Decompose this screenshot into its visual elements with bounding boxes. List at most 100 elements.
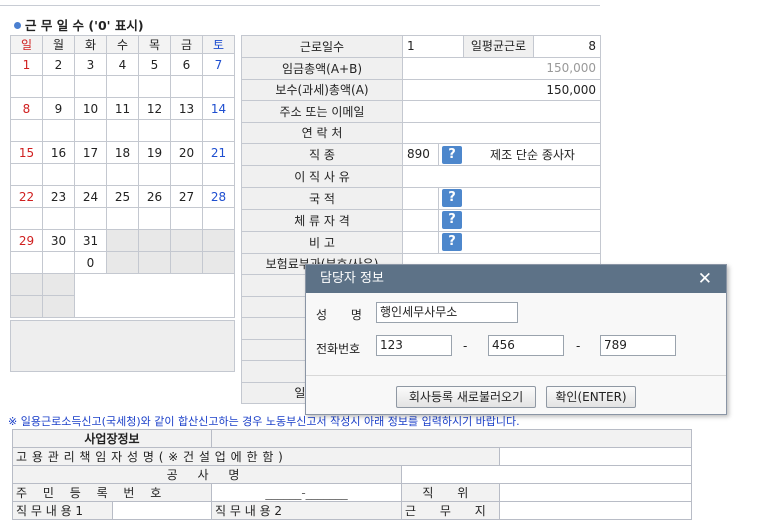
taxable-input[interactable]: 150,000 xyxy=(402,78,601,101)
business-info-table: 사업장정보 고 용 관 리 책 임 자 성 명 ( ※ 건 설 업 에 한 함 … xyxy=(12,429,692,520)
day-input[interactable] xyxy=(138,163,171,186)
note-code-input[interactable] xyxy=(403,231,439,253)
day-input-disabled xyxy=(170,251,203,274)
day-input[interactable] xyxy=(10,207,43,230)
close-icon[interactable]: ✕ xyxy=(698,265,712,293)
stay-help-button[interactable]: ? xyxy=(439,211,465,229)
day-input[interactable] xyxy=(138,119,171,142)
day-input[interactable] xyxy=(10,75,43,98)
job-code-input[interactable]: 890 xyxy=(403,144,439,165)
nationality-code-input[interactable] xyxy=(403,187,439,209)
contact-input[interactable] xyxy=(402,121,601,144)
date-cell: 18 xyxy=(106,141,139,164)
day-input-disabled xyxy=(202,251,235,274)
date-cell: 26 xyxy=(138,185,171,208)
date-cell: 1 xyxy=(10,53,43,76)
help-question-icon: ? xyxy=(442,211,462,229)
address-input[interactable] xyxy=(402,100,601,123)
day-input[interactable] xyxy=(202,119,235,142)
phone-dash-1: - xyxy=(463,339,468,353)
date-cell: 7 xyxy=(202,53,235,76)
date-cell: 14 xyxy=(202,97,235,120)
calendar-filler xyxy=(74,273,235,296)
dialog-title: 담당자 정보 xyxy=(320,271,384,286)
taxable-label: 보수(과세)총액(A) xyxy=(241,78,403,101)
date-cell: 2 xyxy=(42,53,75,76)
help-question-icon: ? xyxy=(442,145,462,164)
stay-row: ? xyxy=(402,208,601,232)
nationality-help-button[interactable]: ? xyxy=(439,189,465,207)
calendar-filler xyxy=(42,273,75,296)
weekday-mon: 월 xyxy=(42,35,75,54)
day-input[interactable] xyxy=(74,163,107,186)
section-title: 근 무 일 수 ('0' 표시) xyxy=(14,15,144,34)
day-input[interactable] xyxy=(42,75,75,98)
stay-code-input[interactable] xyxy=(403,209,439,231)
rrn-input[interactable]: ______-_______ xyxy=(211,483,402,502)
calendar-filler xyxy=(74,295,235,318)
work-days-label: 근로일수 xyxy=(241,35,403,58)
day-input[interactable] xyxy=(74,207,107,230)
day-input[interactable] xyxy=(170,119,203,142)
date-cell: 11 xyxy=(106,97,139,120)
day-input[interactable] xyxy=(170,163,203,186)
phone-part1-input[interactable]: 123 xyxy=(376,335,452,356)
day-input[interactable] xyxy=(202,75,235,98)
dialog-name-label: 성 명 xyxy=(316,308,372,322)
phone-part3-input[interactable]: 789 xyxy=(600,335,676,356)
day-input[interactable] xyxy=(10,251,43,274)
day-input[interactable] xyxy=(106,207,139,230)
date-cell: 17 xyxy=(74,141,107,164)
calendar-footer xyxy=(10,320,235,372)
day-input[interactable] xyxy=(74,119,107,142)
day-input[interactable] xyxy=(10,163,43,186)
position-input[interactable] xyxy=(498,483,692,502)
section-title-text: 근 무 일 수 ('0' 표시) xyxy=(25,18,144,33)
day-input[interactable] xyxy=(42,251,75,274)
work-input[interactable] xyxy=(498,501,692,520)
day-input[interactable] xyxy=(138,207,171,230)
project-name-input[interactable] xyxy=(401,465,692,484)
day-input[interactable] xyxy=(202,163,235,186)
date-cell: 13 xyxy=(170,97,203,120)
weekday-sat: 토 xyxy=(202,35,235,54)
day-input[interactable] xyxy=(106,163,139,186)
job-help-button[interactable]: ? xyxy=(439,145,465,164)
date-cell: 20 xyxy=(170,141,203,164)
notice-text: ※ 일용근로소득신고(국세청)와 같이 합산신고하는 경우 노동부신고서 작성시… xyxy=(8,415,520,428)
phone-part2-input[interactable]: 456 xyxy=(488,335,564,356)
date-cell: 31 xyxy=(74,229,107,252)
date-cell: 9 xyxy=(42,97,75,120)
date-cell: 10 xyxy=(74,97,107,120)
day-input[interactable] xyxy=(42,207,75,230)
work-days-row: 1 일평균근로 8 xyxy=(402,35,601,58)
weekday-sun: 일 xyxy=(10,35,43,54)
help-question-icon: ? xyxy=(442,189,462,207)
dialog-name-input[interactable]: 행인세무사무소 xyxy=(376,302,518,323)
duty1-input[interactable] xyxy=(112,501,212,520)
ok-button[interactable]: 확인(ENTER) xyxy=(546,386,636,408)
note-help-button[interactable]: ? xyxy=(439,233,465,251)
manager-input[interactable] xyxy=(498,447,692,466)
day-input[interactable] xyxy=(170,207,203,230)
leave-reason-input[interactable] xyxy=(402,165,601,188)
day-input[interactable] xyxy=(106,75,139,98)
project-name-label: 공 사 명 xyxy=(12,465,402,484)
day-input[interactable] xyxy=(42,163,75,186)
date-cell: 24 xyxy=(74,185,107,208)
reload-company-button[interactable]: 회사등록 새로불러오기 xyxy=(396,386,536,408)
day-input[interactable] xyxy=(10,119,43,142)
day-input[interactable] xyxy=(42,119,75,142)
bullet-dot-icon xyxy=(14,22,21,29)
day-input[interactable] xyxy=(170,75,203,98)
weekday-thu: 목 xyxy=(138,35,171,54)
day-input[interactable] xyxy=(106,119,139,142)
day-input[interactable] xyxy=(74,75,107,98)
leave-reason-label: 이 직 사 유 xyxy=(241,165,403,188)
day-input-marked[interactable]: 0 xyxy=(74,251,107,274)
work-days-input[interactable]: 1 xyxy=(403,36,464,57)
job-name: 제조 단순 종사자 xyxy=(490,148,575,162)
day-input[interactable] xyxy=(202,207,235,230)
day-input[interactable] xyxy=(138,75,171,98)
avg-work-input[interactable]: 8 xyxy=(534,36,600,57)
